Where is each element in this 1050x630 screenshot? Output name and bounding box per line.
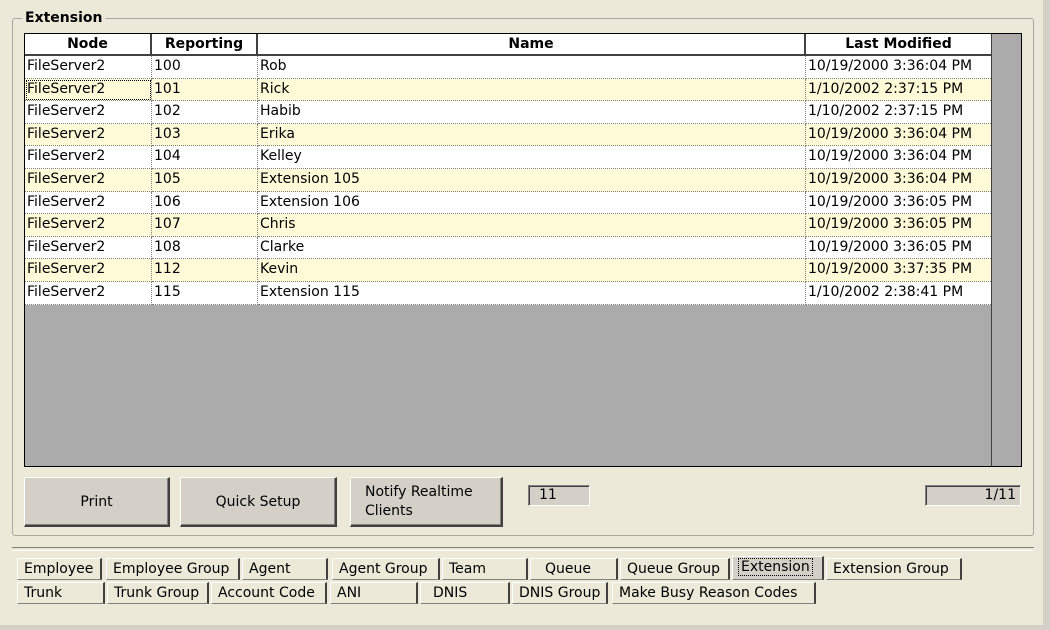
- tab-queue[interactable]: Queue: [530, 558, 618, 580]
- last-modified-cell[interactable]: 10/19/2000 3:36:05 PM: [806, 236, 993, 260]
- name-cell[interactable]: Extension 115: [258, 281, 806, 305]
- page-indicator: 1/11: [925, 485, 1021, 506]
- tab-team[interactable]: Team: [442, 558, 528, 580]
- reporting-cell[interactable]: 100: [152, 56, 258, 79]
- node-cell[interactable]: FileServer2: [25, 146, 152, 169]
- quick-setup-button[interactable]: Quick Setup: [180, 477, 337, 527]
- name-cell[interactable]: Extension 106: [258, 191, 806, 215]
- name-cell[interactable]: Habib: [258, 101, 806, 124]
- table-row[interactable]: FileServer2 106 Extension 106 10/19/2000 3:…: [25, 191, 993, 215]
- name-cell[interactable]: Clarke: [258, 236, 806, 260]
- name-cell[interactable]: Extension 105: [258, 168, 806, 192]
- last-modified-cell[interactable]: 10/19/2000 3:36:05 PM: [806, 214, 993, 237]
- tab-dnis[interactable]: DNIS: [420, 582, 510, 604]
- reporting-cell[interactable]: 108: [152, 236, 258, 260]
- node-cell[interactable]: FileServer2: [25, 259, 152, 282]
- record-count-display: 11: [528, 485, 590, 506]
- table-row[interactable]: FileServer2 107 Chris 10/19/2000 3:36:05 PM: [25, 214, 993, 237]
- reporting-cell[interactable]: 101: [152, 78, 258, 102]
- column-header-reporting[interactable]: Reporting: [152, 34, 258, 56]
- last-modified-cell[interactable]: 10/19/2000 3:36:04 PM: [806, 56, 993, 79]
- node-cell[interactable]: FileServer2: [25, 214, 152, 237]
- node-cell[interactable]: FileServer2: [25, 123, 152, 147]
- last-modified-cell[interactable]: 1/10/2002 2:37:15 PM: [806, 78, 993, 102]
- node-cell[interactable]: FileServer2: [25, 168, 152, 192]
- name-cell[interactable]: Chris: [258, 214, 806, 237]
- notify-button-label-line2: Clients: [365, 502, 413, 519]
- tab-dnis-group[interactable]: DNIS Group: [512, 582, 608, 604]
- last-modified-cell[interactable]: 1/10/2002 2:38:41 PM: [806, 281, 993, 305]
- node-cell[interactable]: FileServer2: [25, 78, 152, 102]
- tab-trunk-group[interactable]: Trunk Group: [107, 582, 209, 604]
- node-cell[interactable]: FileServer2: [25, 56, 152, 79]
- grid-empty-column-area: [991, 34, 1021, 466]
- last-modified-cell[interactable]: 10/19/2000 3:37:35 PM: [806, 259, 993, 282]
- tab-employee-group[interactable]: Employee Group: [106, 558, 240, 580]
- name-cell[interactable]: Kelley: [258, 146, 806, 169]
- table-row[interactable]: FileServer2 108 Clarke 10/19/2000 3:36:05 P…: [25, 236, 993, 260]
- table-row[interactable]: FileServer2 104 Kelley 10/19/2000 3:36:04 P…: [25, 146, 993, 169]
- name-cell[interactable]: Kevin: [258, 259, 806, 282]
- tab-extension-group[interactable]: Extension Group: [826, 558, 962, 580]
- notify-realtime-clients-button[interactable]: Notify Realtime Clients: [350, 477, 503, 527]
- reporting-cell[interactable]: 106: [152, 191, 258, 215]
- tab-account-code[interactable]: Account Code: [211, 582, 327, 604]
- tab-employee[interactable]: Employee: [17, 558, 102, 580]
- tab-queue-group[interactable]: Queue Group: [620, 558, 730, 580]
- table-row[interactable]: FileServer2 112 Kevin 10/19/2000 3:37:35 PM: [25, 259, 993, 282]
- column-header-node[interactable]: Node: [25, 34, 152, 56]
- name-cell[interactable]: Erika: [258, 123, 806, 147]
- reporting-cell[interactable]: 104: [152, 146, 258, 169]
- last-modified-cell[interactable]: 1/10/2002 2:37:15 PM: [806, 101, 993, 124]
- tab-strip-separator: [12, 547, 1034, 551]
- tab-agent[interactable]: Agent: [242, 558, 328, 580]
- tab-make-busy-reason-codes[interactable]: Make Busy Reason Codes: [612, 582, 816, 604]
- table-row[interactable]: FileServer2 100 Rob 10/19/2000 3:36:04 PM: [25, 56, 993, 79]
- table-row[interactable]: FileServer2 105 Extension 105 10/19/2000 3:…: [25, 168, 993, 192]
- print-button[interactable]: Print: [24, 477, 170, 527]
- tab-extension[interactable]: Extension: [732, 556, 824, 580]
- last-modified-cell[interactable]: 10/19/2000 3:36:05 PM: [806, 191, 993, 215]
- last-modified-cell[interactable]: 10/19/2000 3:36:04 PM: [806, 168, 993, 192]
- grid-body: FileServer2 100 Rob 10/19/2000 3:36:04 PM Fi…: [25, 56, 993, 305]
- reporting-cell[interactable]: 112: [152, 259, 258, 282]
- tab-agent-group[interactable]: Agent Group: [332, 558, 440, 580]
- reporting-cell[interactable]: 105: [152, 168, 258, 192]
- column-header-last-modified[interactable]: Last Modified: [806, 34, 993, 56]
- reporting-cell[interactable]: 103: [152, 123, 258, 147]
- name-cell[interactable]: Rick: [258, 78, 806, 102]
- notify-button-label-line1: Notify Realtime: [365, 483, 473, 500]
- last-modified-cell[interactable]: 10/19/2000 3:36:04 PM: [806, 146, 993, 169]
- last-modified-cell[interactable]: 10/19/2000 3:36:04 PM: [806, 123, 993, 147]
- node-cell[interactable]: FileServer2: [25, 281, 152, 305]
- name-cell[interactable]: Rob: [258, 56, 806, 79]
- grid-header: Node Reporting Name Last Modified: [25, 34, 993, 56]
- reporting-cell[interactable]: 102: [152, 101, 258, 124]
- table-row[interactable]: FileServer2 101 Rick 1/10/2002 2:37:15 PM: [25, 78, 993, 102]
- reporting-cell[interactable]: 115: [152, 281, 258, 305]
- node-cell[interactable]: FileServer2: [25, 101, 152, 124]
- table-row[interactable]: FileServer2 115 Extension 115 1/10/2002 2:3…: [25, 281, 993, 305]
- tab-ani[interactable]: ANI: [330, 582, 418, 604]
- node-cell[interactable]: FileServer2: [25, 236, 152, 260]
- table-row[interactable]: FileServer2 103 Erika 10/19/2000 3:36:04 PM: [25, 123, 993, 147]
- node-cell[interactable]: FileServer2: [25, 191, 152, 215]
- groupbox-title: Extension: [22, 9, 106, 27]
- column-header-name[interactable]: Name: [258, 34, 806, 56]
- reporting-cell[interactable]: 107: [152, 214, 258, 237]
- table-row[interactable]: FileServer2 102 Habib 1/10/2002 2:37:15 PM: [25, 101, 993, 124]
- tab-trunk[interactable]: Trunk: [17, 582, 105, 604]
- extension-grid[interactable]: Node Reporting Name Last Modified FileSe…: [24, 33, 1022, 467]
